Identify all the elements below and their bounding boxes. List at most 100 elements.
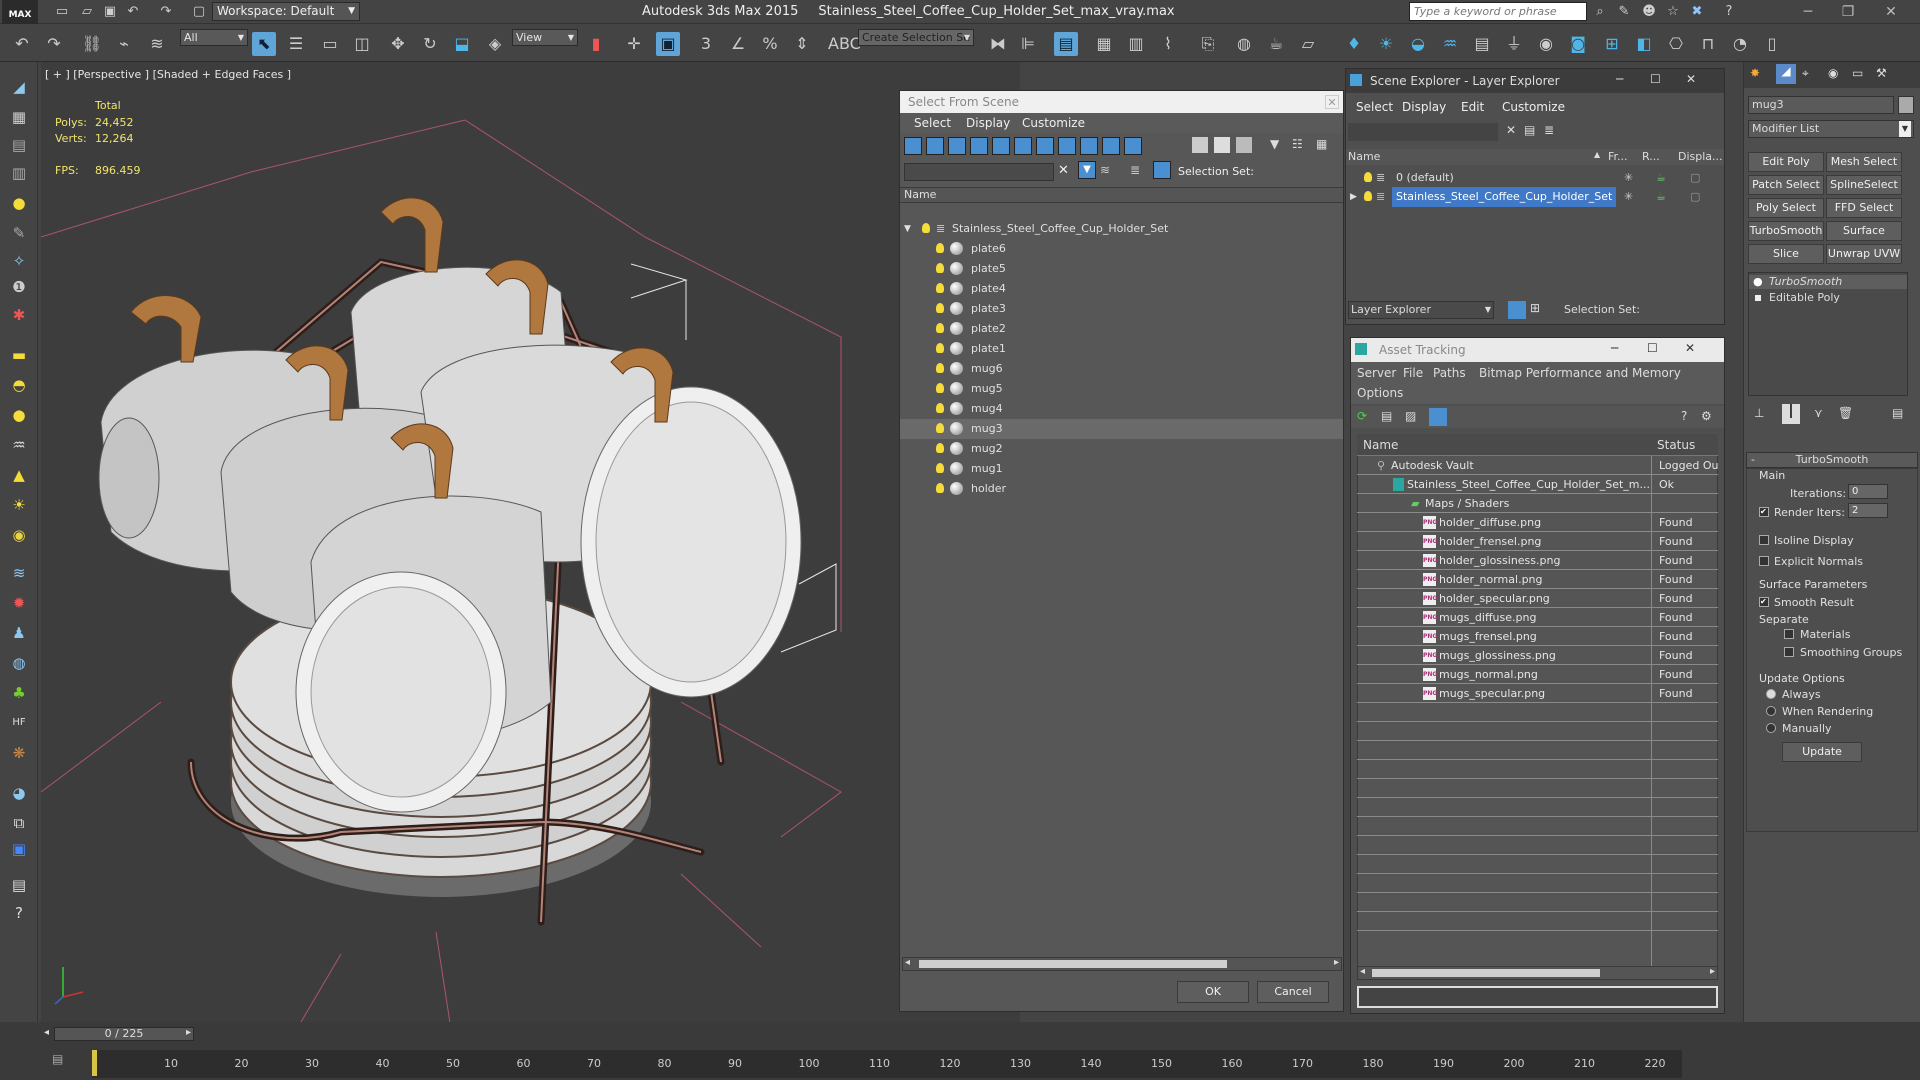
- utility-icon[interactable]: ❶: [8, 276, 30, 298]
- object-row-mug6[interactable]: mug6: [900, 359, 1343, 379]
- filter-xrefs-icon[interactable]: [1058, 137, 1076, 155]
- layer-row[interactable]: ≣ 0 (default) ✳ ☕ ▢: [1346, 168, 1724, 188]
- named-selection-dropdown[interactable]: Create Selection Se ▼: [858, 29, 974, 46]
- stack-item-editable-poly[interactable]: Editable Poly: [1749, 291, 1907, 305]
- minimize-icon[interactable]: ─: [1616, 72, 1623, 86]
- materials-checkbox[interactable]: [1784, 629, 1794, 639]
- clear-search-icon[interactable]: ✕: [1506, 123, 1516, 137]
- scrollbar-thumb[interactable]: [1372, 969, 1600, 977]
- scroll-left-icon[interactable]: ◂: [905, 957, 910, 968]
- explicit-normals-checkbox[interactable]: [1759, 556, 1769, 566]
- filter-containers-icon[interactable]: [1102, 137, 1120, 155]
- selection-filter-dropdown[interactable]: All ▼: [180, 29, 248, 46]
- select-invert-icon[interactable]: [1236, 137, 1252, 153]
- smooth-result-checkbox[interactable]: ✔: [1759, 597, 1769, 607]
- help-icon[interactable]: ?: [1681, 409, 1687, 423]
- workspace-dropdown[interactable]: Workspace: Default ▼: [212, 2, 360, 21]
- render-setup-icon[interactable]: ☕: [1264, 32, 1288, 56]
- asset-horizontal-scrollbar[interactable]: ◂ ▸: [1357, 966, 1718, 980]
- plane-icon[interactable]: ▬: [8, 344, 30, 366]
- unlink-icon[interactable]: ⌁: [112, 32, 136, 56]
- new-layer-icon[interactable]: ▤: [1524, 123, 1535, 137]
- layer-mode-icon[interactable]: [1508, 301, 1526, 319]
- display-icon[interactable]: ▢: [1690, 168, 1700, 188]
- motion-icon[interactable]: ▥: [8, 162, 30, 184]
- undo-icon[interactable]: ↶: [10, 32, 34, 56]
- place-icon[interactable]: ◈: [483, 32, 507, 56]
- asset-row[interactable]: PNG mugs_diffuse.png Found: [1357, 608, 1718, 627]
- scroll-left-icon[interactable]: ◂: [1360, 966, 1365, 977]
- funnel-icon[interactable]: ▼: [1270, 137, 1279, 151]
- column-frozen[interactable]: Fr...: [1608, 150, 1628, 163]
- scroll-right-icon[interactable]: ▸: [1710, 966, 1715, 977]
- menu-bitmap-performance[interactable]: Bitmap Performance and Memory: [1479, 366, 1681, 380]
- cancel-button[interactable]: Cancel: [1257, 981, 1329, 1003]
- scale-icon[interactable]: ⬓: [450, 32, 474, 56]
- minimize-button[interactable]: ─: [1793, 2, 1823, 22]
- object-row-plate2[interactable]: plate2: [900, 319, 1343, 339]
- object-row-plate3[interactable]: plate3: [900, 299, 1343, 319]
- help-icon[interactable]: ?: [8, 902, 30, 924]
- freeze-icon[interactable]: ✳: [1624, 187, 1633, 207]
- turbosmooth-button[interactable]: TurboSmooth: [1748, 221, 1824, 241]
- render-iters-spinner[interactable]: 2: [1848, 503, 1888, 518]
- tree-root-row[interactable]: ▼ ≣ Stainless_Steel_Coffee_Cup_Holder_Se…: [900, 219, 1343, 239]
- ok-button[interactable]: OK: [1177, 981, 1249, 1003]
- selection-set-icon[interactable]: ⊞: [1530, 301, 1540, 315]
- asset-row[interactable]: PNG holder_diffuse.png Found: [1357, 513, 1718, 532]
- asset-row[interactable]: PNG mugs_normal.png Found: [1357, 665, 1718, 684]
- object-row-plate5[interactable]: plate5: [900, 259, 1343, 279]
- exchange-icon[interactable]: ✖: [1688, 3, 1706, 20]
- keyboard-shortcut-override-icon[interactable]: ▣: [656, 32, 680, 56]
- add-to-layer-icon[interactable]: ≣: [1544, 123, 1554, 137]
- object-row-mug2[interactable]: mug2: [900, 439, 1343, 459]
- settings-icon[interactable]: ⚙: [1701, 409, 1712, 423]
- search-input[interactable]: Type a keyword or phrase: [1409, 2, 1587, 21]
- dome-icon[interactable]: ◓: [8, 374, 30, 396]
- isoline-checkbox[interactable]: [1759, 535, 1769, 545]
- rotate-icon[interactable]: ↻: [418, 32, 442, 56]
- asset-row[interactable]: Stainless_Steel_Coffee_Cup_Holder_Set_m.…: [1357, 475, 1718, 494]
- menu-display[interactable]: Display: [966, 116, 1010, 130]
- hierarchy-tab-icon[interactable]: ⌖: [1802, 66, 1809, 81]
- close-button[interactable]: ✕: [1876, 2, 1906, 22]
- filter-groups-icon[interactable]: [1036, 137, 1054, 155]
- reference-coordinate-dropdown[interactable]: View ▼: [512, 29, 578, 46]
- render-iters-checkbox[interactable]: ✔: [1759, 507, 1769, 517]
- visibility-bulb-icon[interactable]: [936, 263, 944, 273]
- next-frame-icon[interactable]: ▸: [186, 1027, 191, 1038]
- mini-curve-editor-icon[interactable]: ▤: [52, 1052, 63, 1066]
- create-icon[interactable]: ◢: [8, 76, 30, 98]
- utilities-tab-icon[interactable]: ⚒: [1876, 66, 1887, 80]
- align-icon[interactable]: ⊫: [1016, 32, 1040, 56]
- material-editor-icon[interactable]: ◍: [1232, 32, 1256, 56]
- configure-sets-icon[interactable]: ▤: [1892, 406, 1903, 420]
- hair-icon[interactable]: ≋: [8, 562, 30, 584]
- tools-icon[interactable]: ✎: [1615, 3, 1633, 20]
- cone-icon[interactable]: ▲: [8, 464, 30, 486]
- vray-fur-icon[interactable]: ♒: [1438, 32, 1462, 56]
- perspective-viewport[interactable]: [ + ] [Perspective ] [Shaded + Edged Fac…: [41, 62, 1020, 1022]
- visibility-bulb-icon[interactable]: [936, 343, 944, 353]
- menu-server[interactable]: Server: [1357, 366, 1396, 380]
- save-icon[interactable]: ▣: [101, 3, 119, 20]
- asset-row[interactable]: PNG mugs_frensel.png Found: [1357, 627, 1718, 646]
- schematic-view-icon[interactable]: ⎘: [1196, 32, 1220, 56]
- object-row-mug1[interactable]: mug1: [900, 459, 1343, 479]
- visibility-bulb-icon[interactable]: [936, 363, 944, 373]
- visibility-bulb-icon[interactable]: [1364, 172, 1372, 182]
- always-radio[interactable]: [1766, 689, 1776, 699]
- rollout-header[interactable]: - TurboSmooth: [1746, 452, 1918, 468]
- render-teapot-icon[interactable]: ☕: [1656, 168, 1666, 188]
- scene-explorer-title-bar[interactable]: Scene Explorer - Layer Explorer ─ ☐ ✕: [1346, 69, 1724, 93]
- prev-frame-icon[interactable]: ◂: [44, 1027, 49, 1038]
- render-teapot-icon[interactable]: ☕: [1656, 187, 1666, 207]
- object-color-swatch[interactable]: [1898, 96, 1914, 114]
- render-frame-icon[interactable]: ▱: [1296, 32, 1320, 56]
- hierarchy-icon[interactable]: ▤: [8, 134, 30, 156]
- mirror-icon[interactable]: ⧓: [986, 32, 1010, 56]
- filter-shapes-icon[interactable]: [926, 137, 944, 155]
- filter-cameras-icon[interactable]: [970, 137, 988, 155]
- vray-info-icon[interactable]: ▯: [1760, 32, 1784, 56]
- iterations-spinner[interactable]: 0: [1848, 484, 1888, 499]
